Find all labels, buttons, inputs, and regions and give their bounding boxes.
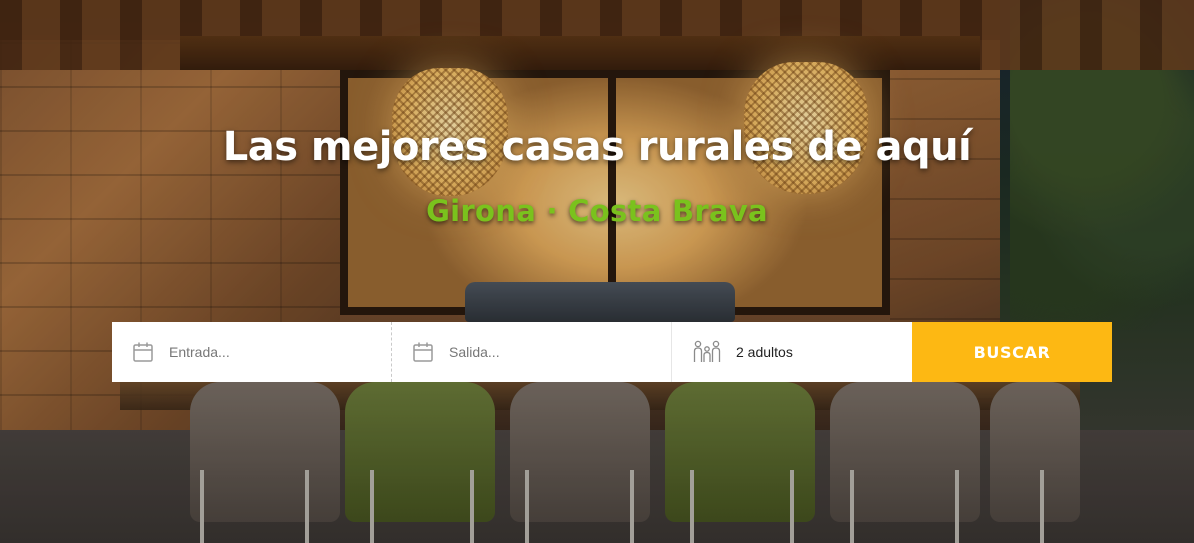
guests-selector[interactable]: 2 adultos: [672, 322, 912, 382]
guests-value: 2 adultos: [736, 344, 793, 360]
hero-overlay: [0, 0, 1194, 543]
checkin-input[interactable]: [169, 332, 369, 372]
calendar-icon: [132, 341, 154, 363]
hero-subtitle: Girona · Costa Brava: [426, 194, 768, 228]
calendar-icon: [412, 341, 434, 363]
checkout-input[interactable]: [449, 332, 649, 372]
search-button[interactable]: BUSCAR: [912, 322, 1112, 382]
checkin-field[interactable]: [112, 322, 392, 382]
hero-title: Las mejores casas rurales de aquí: [222, 124, 972, 170]
family-icon: [692, 340, 722, 363]
checkout-field[interactable]: [392, 322, 672, 382]
search-bar: 2 adultos BUSCAR: [112, 322, 1112, 382]
hero-background: [0, 0, 1194, 543]
